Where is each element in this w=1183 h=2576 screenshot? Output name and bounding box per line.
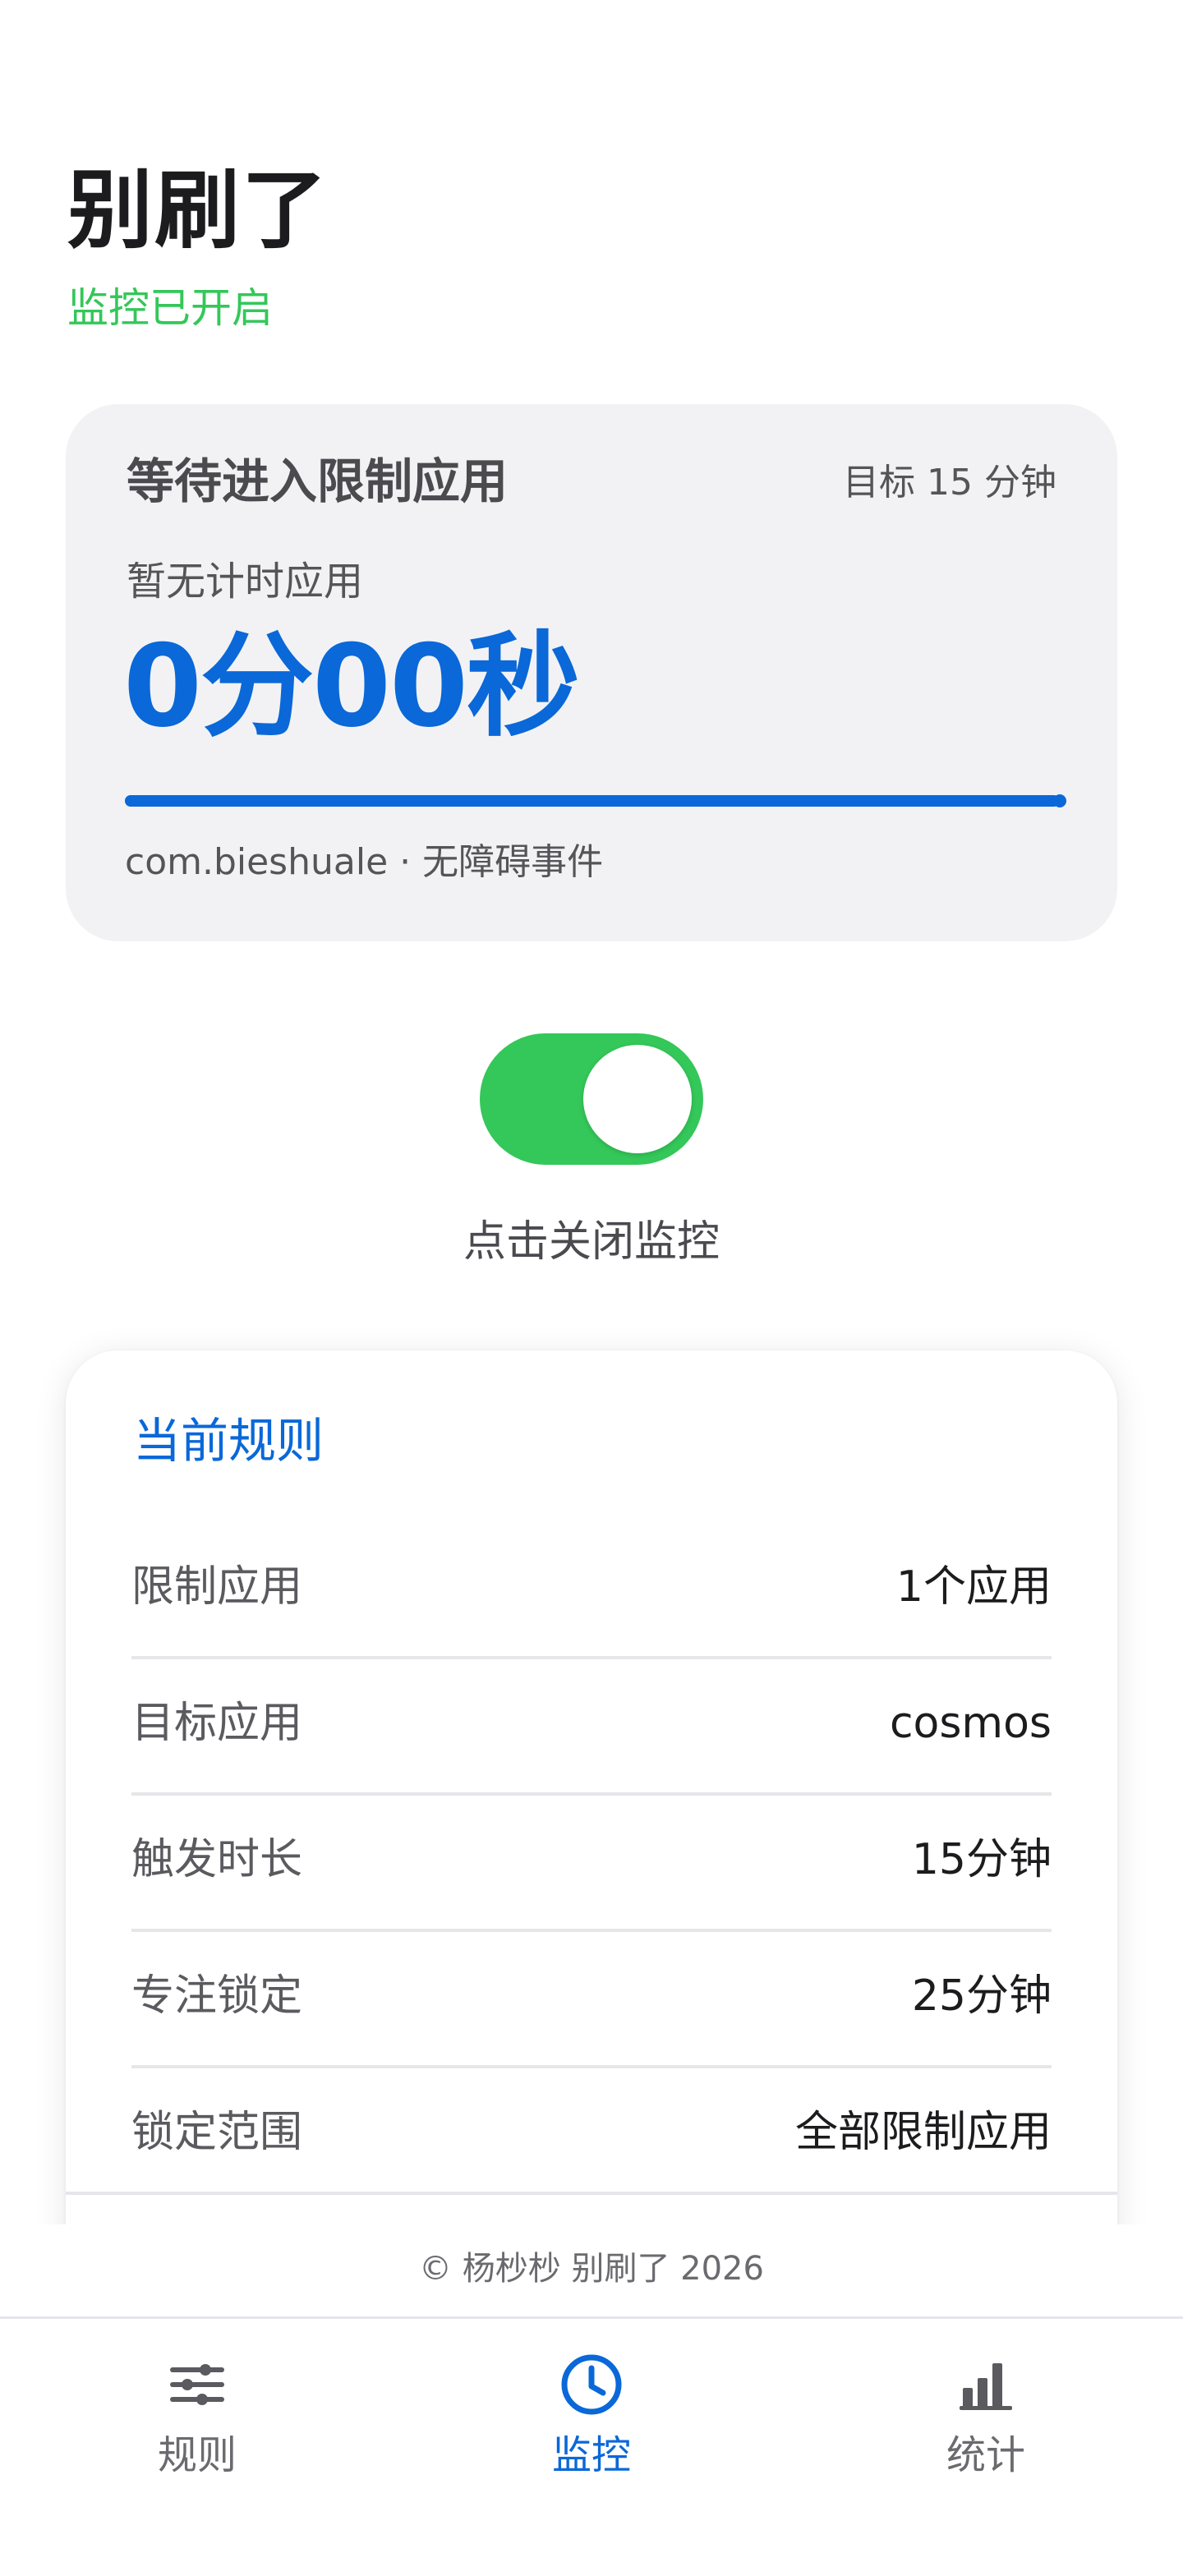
timer-progress-bar xyxy=(125,794,1066,807)
card-divider xyxy=(66,2192,1117,2195)
bar-chart-icon xyxy=(960,2363,1012,2410)
rules-card-title: 当前规则 xyxy=(133,1413,325,1469)
timer-card: 等待进入限制应用 目标 15 分钟 暂无计时应用 0分00秒 com.biesh… xyxy=(66,404,1117,941)
nav-tab-rules[interactable]: 规则 xyxy=(0,2319,394,2576)
bottom-navigation: 规则 监控 统计 xyxy=(0,2316,1183,2576)
rule-value: 全部限制应用 xyxy=(794,2108,1052,2157)
clock-icon xyxy=(561,2354,622,2415)
current-rules-card: 当前规则 限制应用 1个应用 目标应用 cosmos 触发时长 15分钟 专注锁… xyxy=(66,1350,1117,2336)
nav-label-rules: 规则 xyxy=(157,2432,237,2478)
waiting-label: 等待进入限制应用 xyxy=(127,453,509,509)
timer-progress-fill xyxy=(125,794,1066,807)
event-source-label: com.bieshuale · 无障碍事件 xyxy=(125,841,604,883)
rule-value: 15分钟 xyxy=(911,1835,1052,1884)
rule-row-limited-apps: 限制应用 1个应用 xyxy=(131,1523,1052,1659)
monitor-status-text: 监控已开启 xyxy=(67,284,273,332)
rule-row-focus-lock: 专注锁定 25分钟 xyxy=(131,1932,1052,2068)
rule-label: 专注锁定 xyxy=(131,1971,303,2021)
rule-label: 目标应用 xyxy=(131,1699,303,1748)
monitor-toggle-switch[interactable] xyxy=(480,1033,703,1165)
timer-progress-dot xyxy=(1053,794,1066,807)
monitor-screen: 别刷了 监控已开启 等待进入限制应用 目标 15 分钟 暂无计时应用 0分00秒… xyxy=(0,0,1183,2576)
rule-value: cosmos xyxy=(889,1699,1052,1748)
rule-label: 触发时长 xyxy=(131,1835,303,1884)
nav-label-stats: 统计 xyxy=(946,2432,1025,2478)
timer-value: 0分00秒 xyxy=(123,620,580,752)
toggle-caption: 点击关闭监控 xyxy=(463,1217,720,1267)
rule-row-lock-scope: 锁定范围 全部限制应用 xyxy=(131,2068,1052,2205)
rule-label: 锁定范围 xyxy=(131,2108,303,2157)
rule-row-target-app: 目标应用 cosmos xyxy=(131,1659,1052,1796)
copyright-text: © 杨杪杪 别刷了 2026 xyxy=(419,2250,764,2288)
sliders-icon xyxy=(170,2364,224,2405)
rule-value: 1个应用 xyxy=(895,1562,1052,1612)
rule-value: 25分钟 xyxy=(911,1971,1052,2021)
rule-label: 限制应用 xyxy=(131,1562,303,1612)
app-title: 别刷了 xyxy=(67,160,329,260)
footer: © 杨杪杪 别刷了 2026 xyxy=(0,2224,1183,2318)
current-app-label: 暂无计时应用 xyxy=(127,559,364,605)
target-duration-label: 目标 15 分钟 xyxy=(843,462,1056,504)
nav-label-monitor: 监控 xyxy=(551,2432,631,2478)
toggle-knob xyxy=(583,1045,692,1153)
nav-tab-monitor[interactable]: 监控 xyxy=(394,2319,789,2576)
nav-tab-stats[interactable]: 统计 xyxy=(789,2319,1183,2576)
rule-row-trigger-duration: 触发时长 15分钟 xyxy=(131,1796,1052,1932)
